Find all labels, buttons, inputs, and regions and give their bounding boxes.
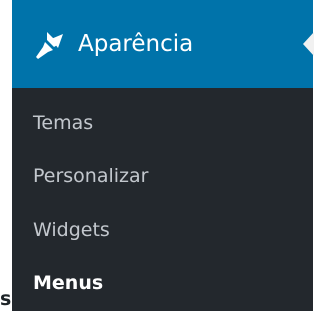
- submenu-item-widgets[interactable]: Widgets: [33, 217, 110, 243]
- menu-item-appearance-label: Aparência: [78, 31, 194, 57]
- submenu-item-menus[interactable]: Menus: [33, 270, 103, 296]
- submenu-item-personalizar[interactable]: Personalizar: [33, 163, 148, 189]
- stray-partial-text: s: [0, 288, 12, 310]
- paintbrush-icon: [35, 30, 69, 60]
- submenu-item-temas[interactable]: Temas: [33, 110, 93, 136]
- admin-sidebar-menu: Aparência Temas Personalizar Widgets Men…: [12, 0, 314, 311]
- menu-item-appearance[interactable]: Aparência: [12, 0, 314, 88]
- current-menu-pointer: [303, 32, 314, 56]
